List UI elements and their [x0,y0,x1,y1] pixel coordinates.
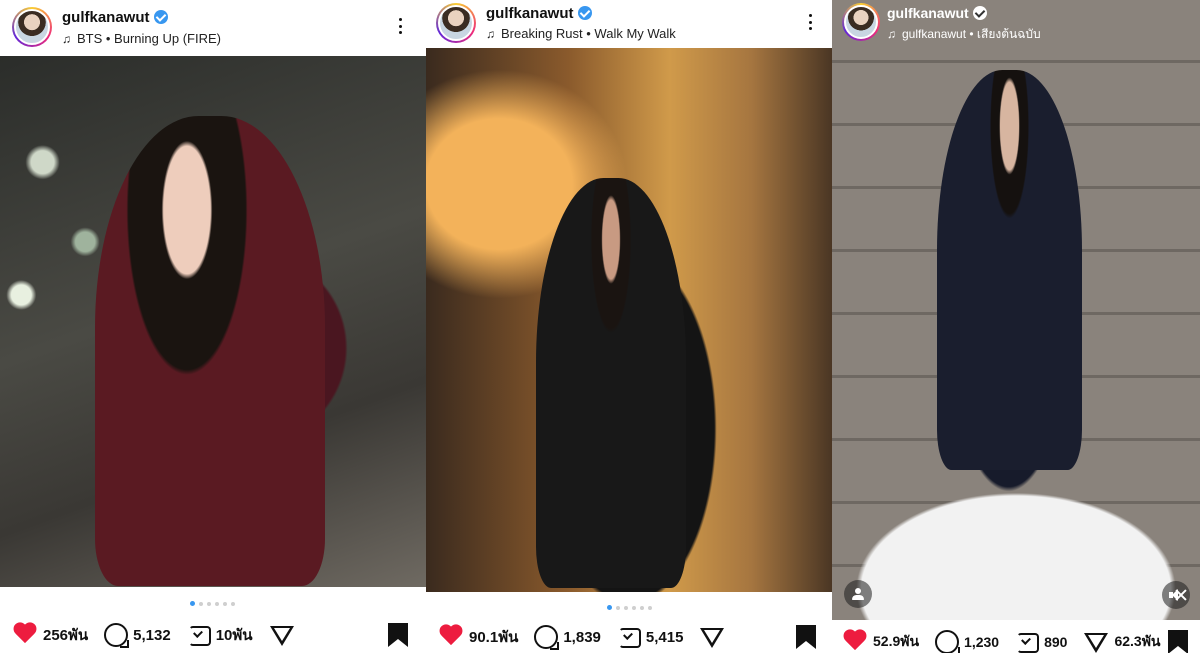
repost-button[interactable]: 890 [1015,631,1067,653]
music-link[interactable]: ♫ Breaking Rust • Walk My Walk [486,26,676,41]
like-button[interactable]: 90.1พัน [438,625,518,649]
comment-count: 5,132 [133,626,171,644]
share-button[interactable] [269,623,295,647]
comment-icon [534,625,560,650]
like-count: 256พัน [43,627,89,644]
post-3: gulfkanawut ♫ gulfkanawut • เสียงต้นฉบับ … [832,0,1200,653]
share-button[interactable] [699,625,725,649]
avatar[interactable] [842,3,880,41]
comment-button[interactable]: 1,230 [935,630,999,653]
share-icon [1083,630,1109,653]
username-link[interactable]: gulfkanawut [887,5,987,21]
like-count: 90.1พัน [469,629,519,646]
comment-count: 1,230 [964,634,1000,650]
heart-icon [438,625,464,649]
comment-count: 1,839 [563,628,601,646]
like-button[interactable]: 52.9พัน [842,630,919,653]
post-media[interactable] [0,56,426,587]
post-strip: gulfkanawut ♫ BTS • Burning Up (FIRE) 256… [0,0,1200,653]
music-note-icon: ♫ [486,27,495,41]
post-2: gulfkanawut ♫ Breaking Rust • Walk My Wal… [426,0,832,653]
repost-icon [1015,631,1040,653]
post-1: gulfkanawut ♫ BTS • Burning Up (FIRE) 256… [0,0,426,653]
carousel-indicator [190,601,235,606]
post-header: gulfkanawut ♫ gulfkanawut • เสียงต้นฉบับ [832,0,1200,48]
avatar[interactable] [12,7,52,47]
repost-count: 890 [1044,634,1068,650]
repost-button[interactable]: 5,415 [617,626,684,648]
share-button[interactable]: 62.3พัน [1083,630,1161,653]
music-note-icon: ♫ [62,32,71,46]
user-tag-icon[interactable] [844,580,872,608]
photo-subject [95,116,325,586]
share-icon [269,623,295,647]
post-header: gulfkanawut ♫ BTS • Burning Up (FIRE) [0,0,426,56]
post-media[interactable] [426,48,832,592]
repost-count: 5,415 [645,628,684,646]
comment-button[interactable]: 1,839 [534,625,601,650]
username-link[interactable]: gulfkanawut [486,5,592,22]
photo-subject [536,178,686,588]
carousel-indicator [607,605,652,610]
action-bar: 90.1พัน 1,839 5,415 [426,619,832,653]
repost-icon [187,624,211,646]
more-options-icon[interactable] [390,14,410,38]
music-link[interactable]: ♫ gulfkanawut • เสียงต้นฉบับ [887,25,1041,44]
action-bar: 256พัน 5,132 10พัน [0,617,426,653]
bookmark-icon[interactable] [796,625,816,649]
more-options-icon[interactable] [800,10,820,34]
verified-badge-icon [972,6,987,20]
repost-count: 10พัน [215,627,253,644]
username-link[interactable]: gulfkanawut [62,9,168,26]
verified-badge-icon [577,6,592,20]
music-note-icon: ♫ [887,27,896,41]
post-media[interactable] [832,0,1200,620]
repost-icon [617,626,641,648]
action-bar: 52.9พัน 1,230 890 62.3พัน [832,624,1200,653]
bookmark-icon[interactable] [1168,630,1188,653]
avatar[interactable] [436,3,476,43]
like-count: 52.9พัน [873,633,920,649]
share-count: 62.3พัน [1114,633,1161,649]
repost-button[interactable]: 10พัน [187,623,253,647]
comment-icon [935,630,961,653]
bookmark-icon[interactable] [388,623,408,647]
share-icon [699,625,725,649]
comment-button[interactable]: 5,132 [104,623,171,648]
comment-icon [104,623,130,648]
post-header: gulfkanawut ♫ Breaking Rust • Walk My Wal… [426,0,832,48]
verified-badge-icon [153,10,168,24]
like-button[interactable]: 256พัน [12,623,88,647]
music-link[interactable]: ♫ BTS • Burning Up (FIRE) [62,31,221,46]
photo-subject [937,70,1082,470]
speaker-muted-icon[interactable] [1162,581,1190,609]
heart-icon [12,623,38,647]
heart-icon [842,630,868,653]
